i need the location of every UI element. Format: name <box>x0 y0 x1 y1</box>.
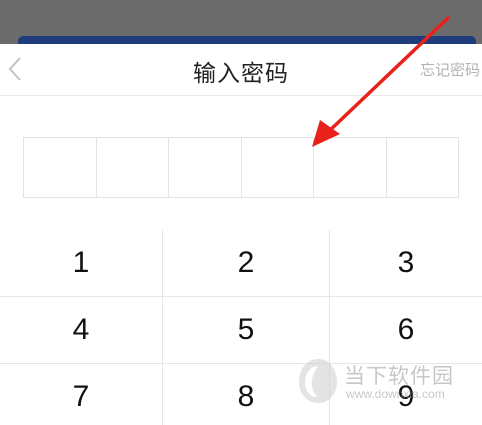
pin-cell[interactable] <box>386 138 458 197</box>
key-3[interactable]: 3 <box>330 230 482 296</box>
password-input-boxes[interactable] <box>23 137 459 198</box>
key-7[interactable]: 7 <box>0 364 162 425</box>
keypad-divider <box>162 230 163 425</box>
key-9[interactable]: 9 <box>330 364 482 425</box>
pin-cell[interactable] <box>169 138 242 197</box>
key-5[interactable]: 5 <box>163 297 329 363</box>
key-4[interactable]: 4 <box>0 297 162 363</box>
key-1[interactable]: 1 <box>0 230 162 296</box>
pin-cell[interactable] <box>314 138 387 197</box>
key-8[interactable]: 8 <box>163 364 329 425</box>
keypad-divider <box>0 363 482 364</box>
key-2[interactable]: 2 <box>163 230 329 296</box>
page-title: 输入密码 <box>193 61 289 87</box>
keypad-divider <box>0 296 482 297</box>
forgot-password-link[interactable]: 忘记密码 <box>420 59 480 80</box>
sheet-header: 输入密码 忘记密码 <box>0 44 482 96</box>
screen: 输入密码 忘记密码 1 2 3 4 5 6 7 8 9 当下软件园 www.do… <box>0 0 482 425</box>
pin-cell[interactable] <box>24 138 97 197</box>
pin-cell[interactable] <box>96 138 169 197</box>
numeric-keypad: 1 2 3 4 5 6 7 8 9 <box>0 230 482 425</box>
keypad-divider <box>329 230 330 425</box>
pin-cell[interactable] <box>241 138 314 197</box>
password-sheet: 输入密码 忘记密码 1 2 3 4 5 6 7 8 9 <box>0 44 482 425</box>
key-6[interactable]: 6 <box>330 297 482 363</box>
